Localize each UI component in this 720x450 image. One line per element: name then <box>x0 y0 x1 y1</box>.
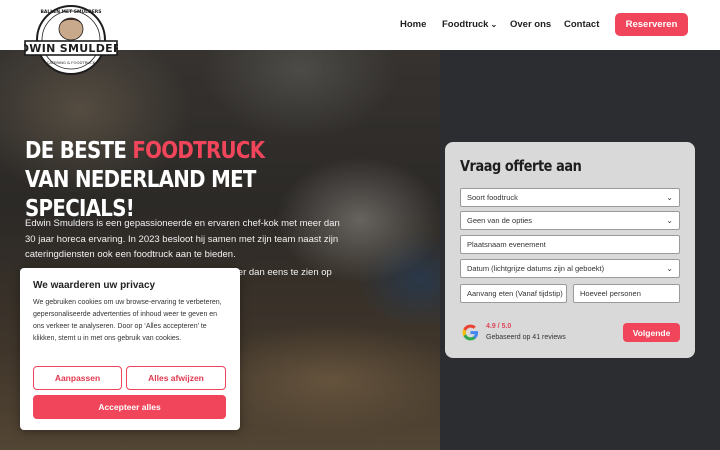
hero-title-part2: van Nederland met specials! <box>25 167 256 222</box>
guest-count-input[interactable]: Hoeveel personen <box>573 284 680 303</box>
logo-name: EDWIN SMULDERS <box>24 42 118 55</box>
rating-reviews: Gebaseerd op 41 reviews <box>486 334 566 341</box>
cookie-text: We gebruiken cookies om uw browse-ervari… <box>33 299 222 342</box>
options-value: Geen van de opties <box>467 216 533 225</box>
reject-all-button[interactable]: Alles afwijzen <box>126 366 226 390</box>
quote-form: Vraag offerte aan Soort foodtruck ⌄ Geen … <box>445 142 695 358</box>
hero-title-part1: De beste <box>25 138 133 164</box>
hero-title: De beste foodtruck van Nederland met spe… <box>25 137 283 224</box>
chevron-down-icon: ⌄ <box>666 216 673 225</box>
google-icon <box>462 324 479 341</box>
nav-over-ons[interactable]: Over ons <box>510 19 551 30</box>
cookie-consent-dialog: We waarderen uw privacy We gebruiken coo… <box>20 268 240 430</box>
logo-top-text: BALLEN MET SMULDERS <box>41 9 102 15</box>
event-location-input[interactable]: Plaatsnaam evenement <box>460 235 680 254</box>
foodtruck-type-value: Soort foodtruck <box>467 193 518 202</box>
cookie-title: We waarderen uw privacy <box>33 280 156 291</box>
accept-all-button[interactable]: Accepteer alles <box>33 395 226 419</box>
form-title: Vraag offerte aan <box>460 157 582 175</box>
nav-contact[interactable]: Contact <box>564 19 599 30</box>
logo-bottom-text: CATERING & FOODTRUCK <box>47 60 96 65</box>
chevron-down-icon: ⌄ <box>666 193 673 202</box>
nav-foodtruck[interactable]: Foodtruck ⌄ <box>442 19 497 30</box>
edwin-smulders-logo[interactable]: EDWIN SMULDERS BALLEN MET SMULDERS CATER… <box>24 3 118 77</box>
chevron-down-icon: ⌄ <box>666 264 673 273</box>
hero-title-accent: foodtruck <box>132 138 265 164</box>
nav-home[interactable]: Home <box>400 19 426 30</box>
start-time-input[interactable]: Aanvang eten (Vanaf tijdstip) <box>460 284 567 303</box>
date-value: Datum (lichtgrijze datums zijn al geboek… <box>467 264 605 273</box>
reserve-button[interactable]: Reserveren <box>615 13 688 36</box>
options-select[interactable]: Geen van de opties ⌄ <box>460 211 680 230</box>
hero-paragraph-1: Edwin Smulders is een gepassioneerde en … <box>25 218 340 260</box>
customize-button[interactable]: Aanpassen <box>33 366 122 390</box>
chevron-down-icon: ⌄ <box>490 20 498 29</box>
foodtruck-type-select[interactable]: Soort foodtruck ⌄ <box>460 188 680 207</box>
next-button[interactable]: Volgende <box>623 323 680 342</box>
site-header: EDWIN SMULDERS BALLEN MET SMULDERS CATER… <box>0 0 720 75</box>
nav-foodtruck-label: Foodtruck <box>442 19 489 30</box>
rating-score: 4.9 / 5.0 <box>486 323 512 330</box>
date-select[interactable]: Datum (lichtgrijze datums zijn al geboek… <box>460 259 680 278</box>
